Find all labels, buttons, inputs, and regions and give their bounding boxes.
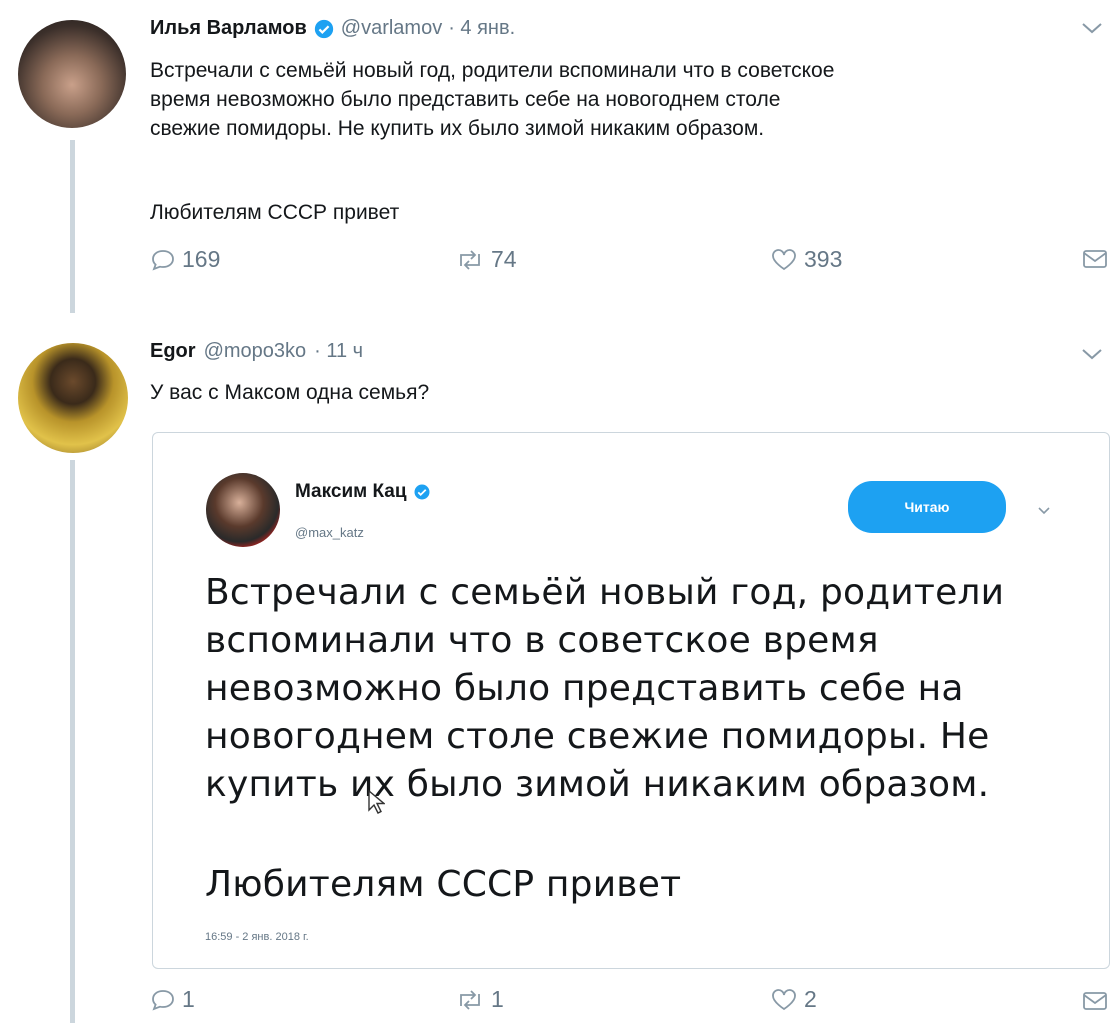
retweet-icon bbox=[460, 249, 480, 270]
tweet-time[interactable]: · 4 янв. bbox=[448, 17, 515, 40]
tweet-text: Встречали с семьёй новый год, родители в… bbox=[150, 59, 835, 140]
reply-button[interactable]: 1 bbox=[150, 986, 195, 1013]
like-count: 2 bbox=[804, 986, 817, 1012]
heart-icon bbox=[772, 988, 796, 1010]
author-handle[interactable]: @moро3ko bbox=[204, 340, 307, 363]
heart-icon bbox=[772, 248, 796, 270]
quoted-author-name[interactable]: Максим Кац bbox=[295, 481, 407, 503]
quoted-tweet-text-secondary: Любителям СССР привет bbox=[205, 864, 682, 905]
avatar[interactable] bbox=[18, 20, 126, 128]
reply-icon bbox=[152, 249, 174, 271]
reply-button[interactable]: 169 bbox=[150, 246, 220, 273]
tweet-text: У вас с Максом одна семья? bbox=[150, 381, 430, 404]
verified-icon bbox=[313, 18, 335, 40]
message-icon[interactable] bbox=[1082, 990, 1108, 1017]
avatar[interactable] bbox=[206, 473, 280, 547]
reply-count: 1 bbox=[182, 986, 195, 1012]
tweet-header: Илья Варламов @varlamov · 4 янв. bbox=[150, 17, 515, 40]
message-icon[interactable] bbox=[1082, 248, 1108, 275]
retweet-count: 74 bbox=[491, 246, 517, 272]
quoted-tweet-text: Встречали с семьёй новый год, родители в… bbox=[205, 572, 1005, 805]
avatar[interactable] bbox=[18, 343, 128, 453]
reply-icon bbox=[152, 989, 174, 1011]
tweet-text-secondary: Любителям СССР привет bbox=[150, 201, 400, 224]
retweet-button[interactable]: 1 bbox=[455, 986, 504, 1013]
author-name[interactable]: Илья Варламов bbox=[150, 17, 307, 40]
like-count: 393 bbox=[804, 246, 843, 272]
retweet-button[interactable]: 74 bbox=[455, 246, 517, 273]
mouse-cursor-icon bbox=[367, 789, 386, 820]
like-button[interactable]: 2 bbox=[770, 986, 817, 1013]
quoted-timestamp[interactable]: 16:59 - 2 янв. 2018 г. bbox=[205, 931, 309, 943]
retweet-count: 1 bbox=[491, 986, 504, 1012]
chevron-down-icon[interactable] bbox=[1080, 20, 1104, 41]
retweet-icon bbox=[460, 989, 480, 1010]
author-name[interactable]: Egor bbox=[150, 340, 196, 363]
quoted-author-handle[interactable]: @max_katz bbox=[295, 525, 364, 540]
chevron-down-icon[interactable] bbox=[1037, 503, 1051, 521]
chevron-down-icon[interactable] bbox=[1080, 346, 1104, 367]
tweet-header: Egor @moро3ko · 11 ч bbox=[150, 340, 363, 363]
thread-line bbox=[70, 140, 75, 313]
author-handle[interactable]: @varlamov bbox=[341, 17, 442, 40]
thread-line bbox=[70, 460, 75, 1023]
like-button[interactable]: 393 bbox=[770, 246, 842, 273]
quoted-tweet-card[interactable]: Максим Кац @max_katz Читаю Встречали с с… bbox=[152, 432, 1110, 969]
follow-button[interactable]: Читаю bbox=[848, 481, 1006, 533]
verified-icon bbox=[413, 483, 431, 501]
tweet-time[interactable]: · 11 ч bbox=[314, 340, 363, 363]
quoted-header: Максим Кац bbox=[295, 481, 431, 503]
reply-count: 169 bbox=[182, 246, 221, 272]
